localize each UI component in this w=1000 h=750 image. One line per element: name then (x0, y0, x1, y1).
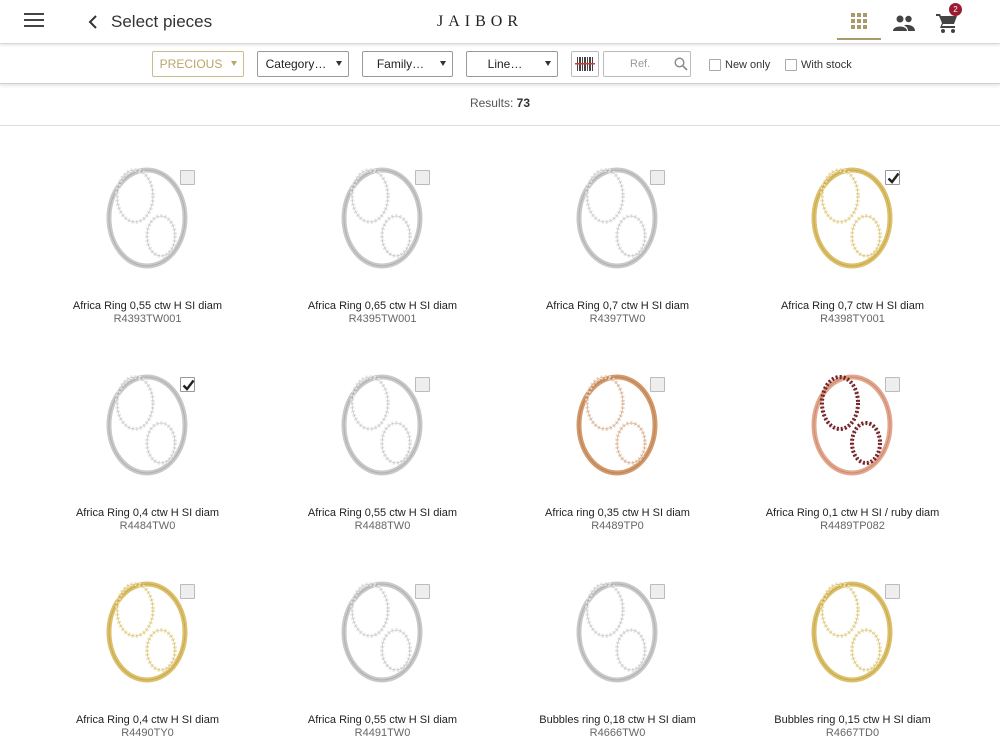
product-name: Africa ring 0,35 ctw H SI diam (545, 507, 690, 519)
ring-image (547, 347, 687, 483)
barcode-scan-icon[interactable] (571, 51, 599, 77)
product-ref: R4490TY0 (121, 727, 174, 739)
product-name: Africa Ring 0,65 ctw H SI diam (307, 300, 458, 312)
family-dropdown[interactable]: Family… (362, 51, 453, 77)
select-checkbox[interactable] (415, 584, 430, 599)
divider (0, 125, 1000, 126)
line-dropdown[interactable]: Line… (466, 51, 558, 77)
ring-image (312, 140, 452, 276)
cart-count-badge: 2 (949, 3, 962, 16)
category-dropdown[interactable]: Category… (257, 51, 349, 77)
select-checkbox[interactable] (650, 170, 665, 185)
ring-image (77, 347, 217, 483)
product-name: Bubbles ring 0,18 ctw H SI diam (539, 714, 696, 726)
product-ref: R4397TW0 (589, 313, 646, 325)
product-name: Bubbles ring 0,15 ctw H SI diam (774, 714, 931, 726)
product-card[interactable]: Africa Ring 0,1 ctw H SI / ruby diam R448… (735, 347, 970, 547)
app-header: Select pieces JAIBOR 2 (0, 0, 1000, 44)
menu-icon[interactable] (24, 13, 44, 29)
ring-image (782, 347, 922, 483)
chevron-down-icon (336, 61, 342, 66)
product-name: Africa Ring 0,55 ctw H SI diam (307, 714, 458, 726)
product-ref: R4484TW0 (119, 520, 176, 532)
search-icon[interactable] (674, 57, 688, 71)
results-label: Results: (469, 96, 514, 110)
results-summary: Results: 73 (0, 96, 1000, 110)
ring-image (547, 140, 687, 276)
checkmark-icon (887, 172, 900, 184)
product-ref: R4491TW0 (354, 727, 411, 739)
product-name: Africa Ring 0,7 ctw H SI diam (780, 300, 925, 312)
select-checkbox[interactable] (180, 170, 195, 185)
back-icon[interactable] (86, 11, 100, 33)
family-label: Family… (376, 57, 425, 71)
new-only-checkbox[interactable] (709, 59, 721, 71)
filter-bar: PRECIOUS Category… Family… Line… New onl… (0, 44, 1000, 84)
product-name: Africa Ring 0,7 ctw H SI diam (545, 300, 690, 312)
select-checkbox[interactable] (180, 377, 195, 392)
with-stock-label: With stock (801, 59, 852, 71)
collection-dropdown[interactable]: PRECIOUS (152, 51, 244, 77)
product-name: Africa Ring 0,4 ctw H SI diam (75, 714, 220, 726)
select-checkbox[interactable] (885, 584, 900, 599)
collection-label: PRECIOUS (159, 57, 223, 71)
product-card[interactable]: Africa ring 0,35 ctw H SI diam R4489TP0 (500, 347, 735, 547)
product-name: Africa Ring 0,1 ctw H SI / ruby diam (765, 507, 940, 519)
select-checkbox[interactable] (650, 584, 665, 599)
product-name: Africa Ring 0,55 ctw H SI diam (307, 507, 458, 519)
product-card[interactable]: Africa Ring 0,55 ctw H SI diam R4491TW0 (265, 554, 500, 750)
cart-icon[interactable] (925, 8, 969, 38)
product-card[interactable]: Africa Ring 0,7 ctw H SI diam R4398TY001 (735, 140, 970, 340)
with-stock-checkbox[interactable] (785, 59, 797, 71)
chevron-down-icon (545, 61, 551, 66)
select-checkbox[interactable] (885, 170, 900, 185)
product-ref: R4393TW001 (113, 313, 182, 325)
product-ref: R4489TP082 (820, 520, 885, 532)
product-name: Africa Ring 0,55 ctw H SI diam (72, 300, 223, 312)
product-card[interactable]: Africa Ring 0,55 ctw H SI diam R4488TW0 (265, 347, 500, 547)
results-count: 73 (516, 96, 531, 110)
product-card[interactable]: Africa Ring 0,4 ctw H SI diam R4484TW0 (30, 347, 265, 547)
brand-logo: JAIBOR (437, 13, 524, 30)
new-only-label: New only (725, 59, 771, 71)
product-card[interactable]: Bubbles ring 0,15 ctw H SI diam R4667TD0 (735, 554, 970, 750)
grid-view-icon[interactable] (837, 4, 881, 40)
product-card[interactable]: Bubbles ring 0,18 ctw H SI diam R4666TW0 (500, 554, 735, 750)
select-checkbox[interactable] (885, 377, 900, 392)
ring-image (77, 140, 217, 276)
select-checkbox[interactable] (650, 377, 665, 392)
product-ref: R4398TY001 (820, 313, 885, 325)
chevron-down-icon (440, 61, 446, 66)
ring-image (782, 140, 922, 276)
product-card[interactable]: Africa Ring 0,4 ctw H SI diam R4490TY0 (30, 554, 265, 750)
product-card[interactable]: Africa Ring 0,55 ctw H SI diam R4393TW001 (30, 140, 265, 340)
select-checkbox[interactable] (415, 377, 430, 392)
category-label: Category… (265, 57, 327, 71)
line-label: Line… (487, 57, 523, 71)
checkmark-icon (182, 379, 195, 391)
ring-image (312, 347, 452, 483)
chevron-down-icon (231, 61, 237, 66)
ring-image (547, 554, 687, 690)
product-card[interactable]: Africa Ring 0,65 ctw H SI diam R4395TW001 (265, 140, 500, 340)
product-ref: R4488TW0 (354, 520, 411, 532)
ring-image (77, 554, 217, 690)
product-ref: R4667TD0 (825, 727, 880, 739)
users-icon[interactable] (882, 8, 926, 38)
product-name: Africa Ring 0,4 ctw H SI diam (75, 507, 220, 519)
product-ref: R4395TW001 (348, 313, 417, 325)
ring-image (782, 554, 922, 690)
select-checkbox[interactable] (180, 584, 195, 599)
product-ref: R4489TP0 (591, 520, 644, 532)
page-title: Select pieces (111, 12, 213, 31)
select-checkbox[interactable] (415, 170, 430, 185)
product-ref: R4666TW0 (589, 727, 646, 739)
product-card[interactable]: Africa Ring 0,7 ctw H SI diam R4397TW0 (500, 140, 735, 340)
ring-image (312, 554, 452, 690)
